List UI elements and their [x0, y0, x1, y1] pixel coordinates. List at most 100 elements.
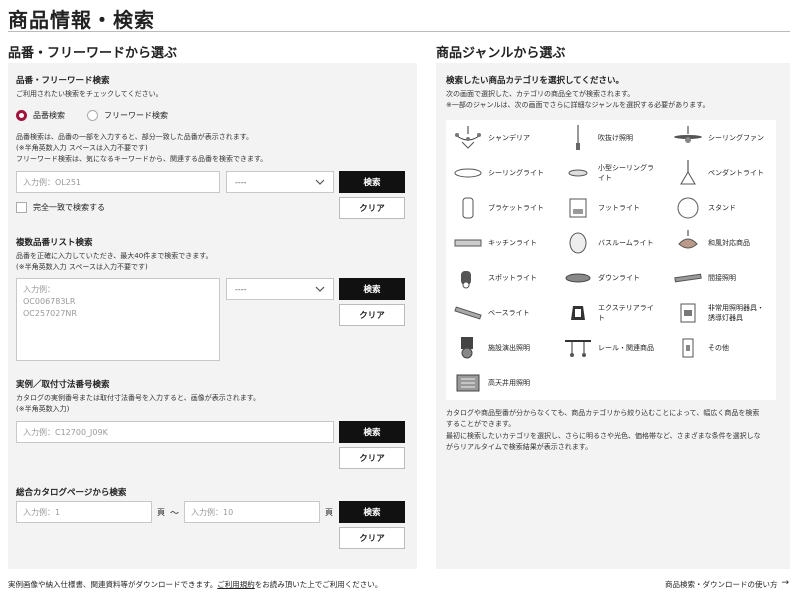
- bracket-light-icon: [452, 195, 484, 221]
- genre-label: シャンデリア: [488, 133, 530, 142]
- keyword-select-value: ----: [235, 177, 247, 187]
- exact-match-label: 完全一致で検索する: [33, 203, 105, 212]
- genre-desc-1: 次の画面で選択した、カテゴリの商品全てが検索されます。: [446, 90, 635, 98]
- usage-guide-link[interactable]: 商品検索・ダウンロードの使い方 →: [665, 579, 789, 590]
- radio-product-number[interactable]: 品番検索: [16, 110, 65, 121]
- catalog-search-button[interactable]: 検索: [339, 501, 405, 523]
- genre-label: ブラケットライト: [488, 203, 544, 212]
- keyword-search-heading: 品番・フリーワード検索: [16, 76, 110, 86]
- genre-label: ベースライト: [488, 308, 530, 317]
- pendant-rod-icon: [562, 124, 594, 151]
- radio-free-word[interactable]: フリーワード検索: [87, 110, 168, 121]
- genre-item[interactable]: レール・関連商品: [556, 330, 666, 365]
- keyword-input[interactable]: 入力例：OL251: [16, 171, 220, 193]
- small-ceiling-light-icon: [562, 160, 594, 186]
- genre-label: キッチンライト: [488, 238, 537, 247]
- genre-label: 吹抜け照明: [598, 133, 633, 142]
- keyword-search-button[interactable]: 検索: [339, 171, 405, 193]
- catalog-page-unit-2: 頁: [325, 508, 333, 517]
- genre-item[interactable]: ブラケットライト: [446, 190, 556, 225]
- genre-item[interactable]: エクステリアライ ト: [556, 295, 666, 330]
- genre-item[interactable]: ベースライト: [446, 295, 556, 330]
- keyword-desc-2: (※半角英数入力 スペースは入力不要です): [16, 144, 148, 152]
- footer-left-text: 実例画像や納入仕様書、関連資料等がダウンロードできます。ご利用規約をお読み頂いた…: [8, 579, 382, 590]
- genre-item[interactable]: ダウンライト: [556, 260, 666, 295]
- chandelier-icon: [452, 125, 484, 151]
- example-input[interactable]: 入力例：C12700_J09K: [16, 421, 334, 443]
- catalog-to-input[interactable]: 入力例：10: [184, 501, 320, 523]
- genre-item[interactable]: 吹抜け照明: [556, 120, 666, 155]
- genre-item[interactable]: スタンド: [666, 190, 776, 225]
- catalog-search-heading: 総合カタログページから検索: [16, 488, 127, 498]
- bathroom-light-icon: [562, 230, 594, 256]
- genre-item[interactable]: キッチンライト: [446, 225, 556, 260]
- genre-label: 小型シーリングラ イト: [598, 163, 654, 182]
- example-clear-button[interactable]: クリア: [339, 447, 405, 469]
- genre-label: フットライト: [598, 203, 640, 212]
- keyword-desc-1: 品番検索は、品番の一部を入力すると、部分一致した品番が表示されます。: [16, 133, 254, 141]
- example-desc-1: カタログの実例番号または取付寸法番号を入力すると、画像が表示されます。: [16, 394, 261, 402]
- catalog-clear-button[interactable]: クリア: [339, 527, 405, 549]
- genre-label: バスルームライト: [598, 238, 654, 247]
- ceiling-fan-icon: [672, 125, 704, 151]
- genre-label: ダウンライト: [598, 273, 640, 282]
- genre-label: 施設演出照明: [488, 343, 530, 352]
- indirect-light-icon: [672, 265, 704, 291]
- multi-select[interactable]: ----: [226, 278, 334, 300]
- genre-label: その他: [708, 343, 729, 352]
- genre-item[interactable]: 高天井用照明: [446, 365, 556, 400]
- multi-search-button[interactable]: 検索: [339, 278, 405, 300]
- genre-note-2: することができます。: [446, 420, 516, 428]
- genre-item[interactable]: シーリングライト: [446, 155, 556, 190]
- kitchen-light-icon: [452, 230, 484, 256]
- ceiling-light-icon: [452, 160, 484, 186]
- keyword-clear-button[interactable]: クリア: [339, 197, 405, 219]
- catalog-from-input[interactable]: 入力例：1: [16, 501, 152, 523]
- chevron-down-icon: [315, 286, 325, 292]
- japanese-lamp-icon: [672, 229, 704, 256]
- genre-item[interactable]: 小型シーリングラ イト: [556, 155, 666, 190]
- genre-item[interactable]: スポットライト: [446, 260, 556, 295]
- foot-light-icon: [562, 195, 594, 221]
- multi-textarea[interactable]: 入力例： OC006783LR OC257027NR: [16, 278, 220, 361]
- example-desc-2: (※半角英数入力): [16, 405, 70, 413]
- example-search-button[interactable]: 検索: [339, 421, 405, 443]
- genre-item[interactable]: 施設演出照明: [446, 330, 556, 365]
- genre-note-3: 最初に検索したいカテゴリを選択し、さらに明るさや光色、価格帯など、さまざまな条件…: [446, 432, 761, 440]
- genre-item[interactable]: 非常用照明器具・ 誘導灯器具: [666, 295, 776, 330]
- genre-label: レール・関連商品: [598, 343, 654, 352]
- multi-desc-1: 品番を正確に入力していただき、最大40件まで検索できます。: [16, 252, 213, 260]
- genre-label: 高天井用照明: [488, 378, 530, 387]
- genre-label: スポットライト: [488, 273, 537, 282]
- exterior-light-icon: [562, 300, 594, 326]
- keyword-instruction: ご利用されたい検索をチェックしてください。: [16, 90, 163, 98]
- title-divider: [8, 31, 790, 32]
- stage-light-icon: [452, 335, 484, 361]
- chevron-down-icon: [315, 179, 325, 185]
- genre-item[interactable]: シーリングファン: [666, 120, 776, 155]
- multi-clear-button[interactable]: クリア: [339, 304, 405, 326]
- usage-guide-label: 商品検索・ダウンロードの使い方: [665, 580, 778, 589]
- multi-search-heading: 複数品番リスト検索: [16, 238, 93, 248]
- terms-link[interactable]: ご利用規約: [217, 580, 255, 589]
- genre-item[interactable]: 間接照明: [666, 260, 776, 295]
- example-search-heading: 実例／取付寸法番号検索: [16, 380, 110, 390]
- genre-label: スタンド: [708, 203, 736, 212]
- other-icon: [672, 335, 704, 361]
- genre-item[interactable]: バスルームライト: [556, 225, 666, 260]
- page-title: 商品情報・検索: [8, 8, 155, 32]
- spotlight-icon: [452, 265, 484, 291]
- radio-unselected-icon: [87, 110, 98, 121]
- genre-item[interactable]: ペンダントライト: [666, 155, 776, 190]
- keyword-desc-3: フリーワード検索は、気になるキーワードから、関連する品番を検索できます。: [16, 155, 268, 163]
- genre-grid: シャンデリア 吹抜け照明 シーリングファンシーリングライト 小型シーリングラ イト ペン…: [446, 120, 776, 400]
- genre-item[interactable]: フットライト: [556, 190, 666, 225]
- genre-item[interactable]: その他: [666, 330, 776, 365]
- genre-item[interactable]: シャンデリア: [446, 120, 556, 155]
- exact-match-checkbox[interactable]: 完全一致で検索する: [16, 202, 105, 213]
- high-ceiling-light-icon: [452, 370, 484, 396]
- radio-product-label: 品番検索: [33, 111, 65, 120]
- genre-desc-2: ※一部のジャンルは、次の画面でさらに詳細なジャンルを選択する必要があります。: [446, 101, 710, 109]
- genre-item[interactable]: 和風対応商品: [666, 225, 776, 260]
- keyword-select[interactable]: ----: [226, 171, 334, 193]
